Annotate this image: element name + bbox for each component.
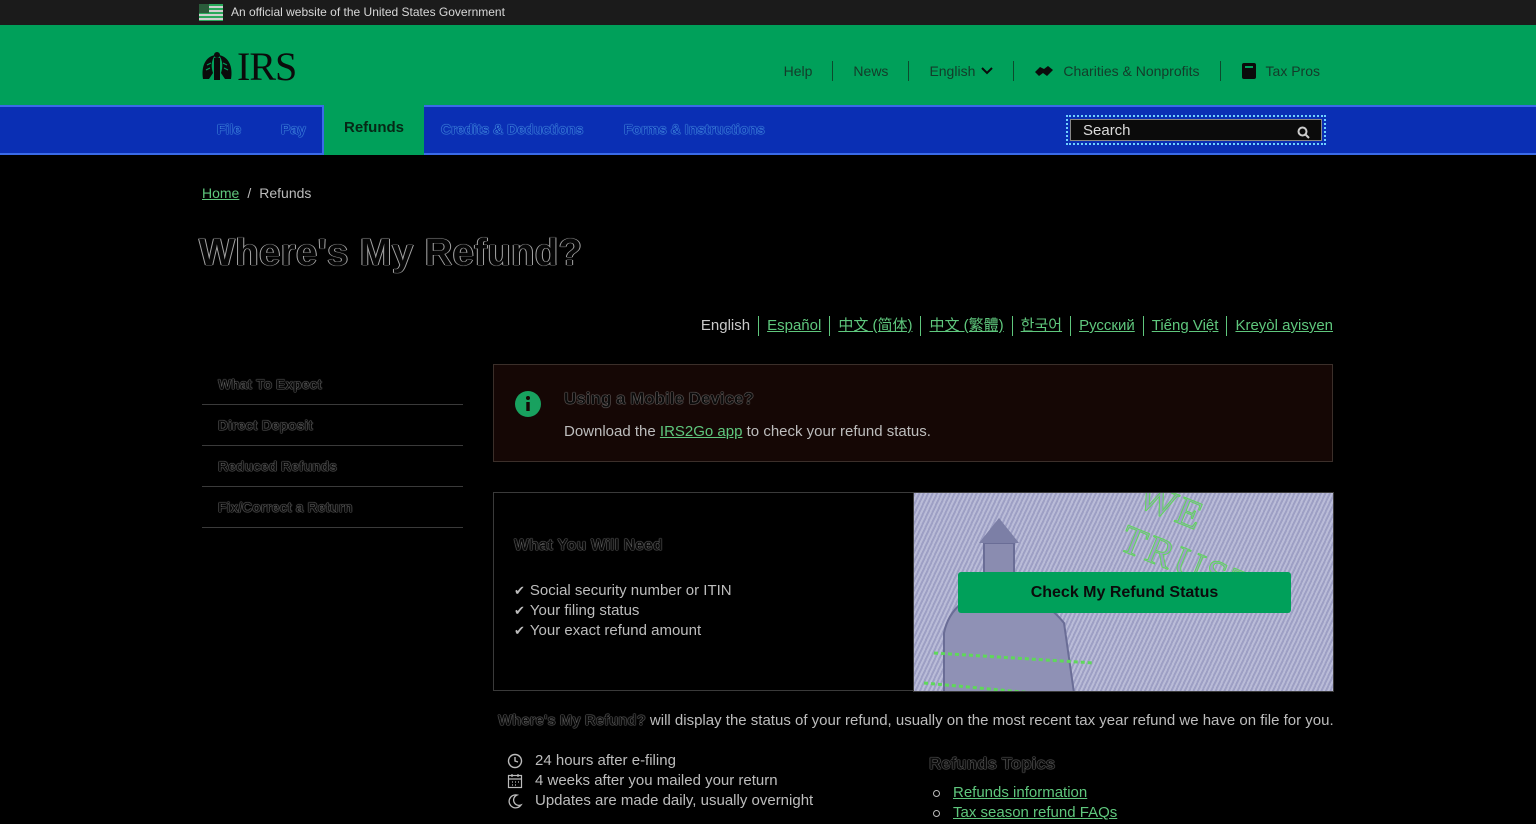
need-label: Your exact refund amount xyxy=(529,622,702,639)
refunds-topics: Refunds Topics Refunds information Tax s… xyxy=(929,754,1117,823)
breadcrumb-current: Refunds xyxy=(259,185,312,201)
list-item: Tax season refund FAQs xyxy=(929,803,1117,823)
utility-nav: Help News English Charities & Nonprofits… xyxy=(764,61,1320,81)
calendar-icon xyxy=(507,773,523,789)
lang-korean[interactable]: 한국어 xyxy=(1011,316,1070,336)
check-icon: ✔ xyxy=(514,583,525,598)
book-icon xyxy=(1241,62,1257,80)
info-icon xyxy=(515,391,541,417)
tax-pros-link[interactable]: Tax Pros xyxy=(1219,61,1320,81)
list-item: ✔ Your filing status xyxy=(514,601,732,621)
check-icon: ✔ xyxy=(514,603,525,618)
us-flag-icon xyxy=(199,4,223,21)
sidenav-direct-deposit[interactable]: Direct Deposit xyxy=(202,405,463,446)
refund-status-card: What You Will Need ✔ Social security numb… xyxy=(493,492,1334,692)
breadcrumb: Home / Refunds xyxy=(202,185,311,201)
list-item: 4 weeks after you mailed your return xyxy=(507,771,813,791)
info-body: Download the IRS2Go app to check your re… xyxy=(564,423,931,440)
sidenav-what-to-expect[interactable]: What To Expect xyxy=(202,364,463,405)
nav-pay[interactable]: Pay xyxy=(281,121,306,137)
list-item: Updates are made daily, usually overnigh… xyxy=(507,791,813,811)
check-icon: ✔ xyxy=(514,623,525,638)
statement-bold: Where's My Refund? xyxy=(498,712,646,729)
topics-list: Refunds information Tax season refund FA… xyxy=(929,783,1117,823)
mobile-info-alert: Using a Mobile Device? Download the IRS2… xyxy=(493,364,1333,462)
breadcrumb-home[interactable]: Home xyxy=(202,185,239,201)
info-body-suffix: to check your refund status. xyxy=(742,423,931,440)
gov-banner-text: An official website of the United States… xyxy=(231,5,505,19)
statement-rest: will display the status of your refund, … xyxy=(645,712,1334,729)
sidenav-reduced-refunds[interactable]: Reduced Refunds xyxy=(202,446,463,487)
what-you-will-need-title: What You Will Need xyxy=(514,537,663,554)
charities-link[interactable]: Charities & Nonprofits xyxy=(1013,61,1219,81)
tax-pros-label: Tax Pros xyxy=(1265,63,1320,79)
refunds-topics-title: Refunds Topics xyxy=(929,754,1056,773)
sidenav-fix-correct-return[interactable]: Fix/Correct a Return xyxy=(202,487,463,528)
lang-english: English xyxy=(700,317,751,334)
handshake-icon xyxy=(1034,63,1054,79)
language-dropdown[interactable]: English xyxy=(908,61,1013,81)
chevron-down-icon xyxy=(981,67,994,75)
search-icon[interactable] xyxy=(1297,126,1310,139)
help-label: Help xyxy=(783,63,813,79)
breadcrumb-separator: / xyxy=(247,185,252,201)
timing-list: 24 hours after e-filing 4 weeks after yo… xyxy=(507,751,813,811)
eagle-icon xyxy=(202,52,232,80)
site-header: IRS Help News English Charities & Nonpro… xyxy=(0,25,1536,105)
timing-label: 4 weeks after you mailed your return xyxy=(535,772,778,789)
list-item: Refunds information xyxy=(929,783,1117,803)
news-link[interactable]: News xyxy=(832,61,908,81)
tax-season-faqs-link[interactable]: Tax season refund FAQs xyxy=(953,803,1117,823)
nav-file[interactable]: File xyxy=(217,121,241,137)
info-body-prefix: Download the xyxy=(564,423,660,440)
irs-logo[interactable]: IRS xyxy=(199,44,297,89)
nav-forms-instructions[interactable]: Forms & Instructions xyxy=(624,121,765,137)
need-label: Social security number or ITIN xyxy=(529,582,732,599)
main-nav: File Pay Refunds Credits & Deductions Fo… xyxy=(0,105,1536,155)
logo-text: IRS xyxy=(237,44,297,89)
language-switcher: English Español 中文 (简体) 中文 (繁體) 한국어 Русс… xyxy=(693,316,1333,336)
moon-icon xyxy=(507,793,523,809)
timing-label: 24 hours after e-filing xyxy=(535,752,676,769)
needs-list: ✔ Social security number or ITIN ✔ Your fi… xyxy=(514,581,732,641)
refunds-information-link[interactable]: Refunds information xyxy=(953,783,1087,803)
lang-espanol[interactable]: Español xyxy=(758,316,829,336)
news-label: News xyxy=(853,63,889,79)
capitol-money-image: WE TRUST Check My Refund Status xyxy=(913,492,1334,692)
list-item: ✔ Social security number or ITIN xyxy=(514,581,732,601)
lang-chinese-traditional[interactable]: 中文 (繁體) xyxy=(920,316,1011,336)
gov-banner: An official website of the United States… xyxy=(0,0,1536,25)
side-nav: What To Expect Direct Deposit Reduced Re… xyxy=(202,364,463,528)
charities-label: Charities & Nonprofits xyxy=(1063,63,1200,79)
irs2go-app-link[interactable]: IRS2Go app xyxy=(660,423,743,440)
clock-icon xyxy=(507,753,523,769)
nav-refunds[interactable]: Refunds xyxy=(322,105,424,155)
need-label: Your filing status xyxy=(529,602,640,619)
refund-statement: Where's My Refund? will display the stat… xyxy=(498,712,1334,729)
timing-label: Updates are made daily, usually overnigh… xyxy=(535,792,814,809)
list-item: 24 hours after e-filing xyxy=(507,751,813,771)
search-input[interactable] xyxy=(1070,119,1322,141)
page-title: Where's My Refund? xyxy=(199,232,583,274)
lang-russian[interactable]: Русский xyxy=(1070,316,1143,336)
lang-chinese-simplified[interactable]: 中文 (简体) xyxy=(829,316,920,336)
in-god-we-trust-text: WE TRUST xyxy=(1114,492,1263,611)
help-link[interactable]: Help xyxy=(764,61,833,81)
nav-credits-deductions[interactable]: Credits & Deductions xyxy=(441,121,583,137)
list-item: ✔ Your exact refund amount xyxy=(514,621,732,641)
lang-haitian-creole[interactable]: Kreyòl ayisyen xyxy=(1226,316,1333,336)
info-title: Using a Mobile Device? xyxy=(564,389,754,408)
lang-vietnamese[interactable]: Tiếng Việt xyxy=(1142,316,1227,336)
search-box xyxy=(1066,115,1326,145)
check-refund-status-button[interactable]: Check My Refund Status xyxy=(958,572,1291,613)
language-label: English xyxy=(929,63,976,79)
